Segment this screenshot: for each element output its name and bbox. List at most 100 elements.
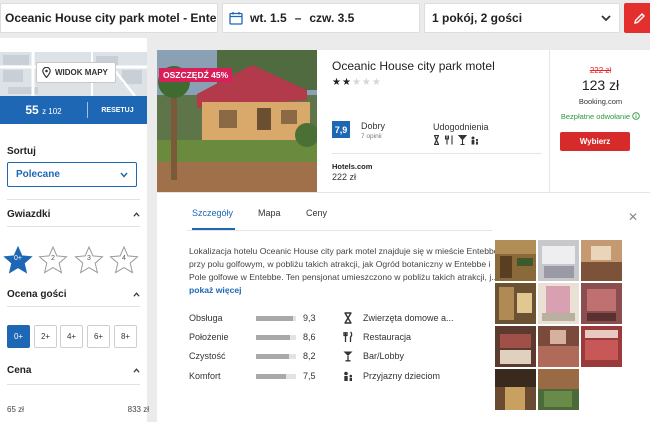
price-min: 65 zł xyxy=(7,405,24,414)
divider xyxy=(7,384,140,385)
rating-option[interactable]: 8+ xyxy=(114,325,137,348)
star-filter-label: 0+ xyxy=(14,255,22,262)
cutlery-icon xyxy=(444,135,453,145)
rating-option[interactable]: 0+ xyxy=(7,325,30,348)
review-count: 7 opinii xyxy=(361,133,382,140)
facility-label: Zwierzęta domowe a... xyxy=(363,313,454,323)
discount-badge: OSZCZĘDŹ 45% xyxy=(159,68,233,82)
gallery-thumbnail[interactable] xyxy=(495,240,536,281)
divider xyxy=(332,153,542,154)
gallery-thumbnail[interactable] xyxy=(581,326,622,367)
stars-label: Gwiazdki xyxy=(7,209,51,220)
pencil-icon xyxy=(633,12,645,24)
gallery-thumbnail[interactable] xyxy=(495,369,536,410)
hotel-photo[interactable]: OSZCZĘDŹ 45% xyxy=(157,50,317,192)
hotel-name[interactable]: Oceanic House city park motel xyxy=(332,59,495,73)
dates-field[interactable]: wt. 1.5 – czw. 3.5 xyxy=(222,3,420,33)
detail-tabs: Szczegóły Mapa Ceny xyxy=(192,208,492,230)
photo-gallery xyxy=(495,240,623,412)
result-total: z 102 xyxy=(42,107,62,116)
guests-dropdown[interactable]: 1 pokój, 2 gości xyxy=(424,3,620,33)
metric-bar-fill xyxy=(256,335,291,340)
provider-name[interactable]: Hotels.com xyxy=(332,162,372,171)
metric-row: Czystość 8,2 xyxy=(189,350,329,364)
show-more-link[interactable]: pokaż więcej xyxy=(189,285,242,295)
date-from: wt. 1.5 xyxy=(250,11,287,25)
sort-heading: Sortuj xyxy=(7,146,140,157)
star-filter-label: 3 xyxy=(87,255,91,262)
old-price: 222 zł xyxy=(589,66,612,75)
star-filter-4[interactable]: 4 xyxy=(109,245,139,275)
divider xyxy=(7,199,140,200)
choose-button[interactable]: Wybierz xyxy=(560,132,630,151)
metric-row: Położenie 8,6 xyxy=(189,331,329,345)
info-icon[interactable] xyxy=(632,112,640,120)
tab-prices[interactable]: Ceny xyxy=(306,208,327,218)
metric-value: 8,2 xyxy=(303,351,316,361)
date-separator: – xyxy=(294,11,302,25)
results-bar: 55 z 102 RESETUJ xyxy=(0,96,147,124)
metric-value: 7,5 xyxy=(303,371,316,381)
map-view-button[interactable]: WIDOK MAPY xyxy=(36,62,116,83)
star-filled-icon: ★ xyxy=(341,77,352,88)
calendar-icon xyxy=(229,12,243,25)
price-range: 65 zł 833 zł xyxy=(7,405,149,414)
tab-map[interactable]: Mapa xyxy=(258,208,281,218)
map-preview[interactable]: WIDOK MAPY xyxy=(0,52,147,96)
reset-button[interactable]: RESETUJ xyxy=(88,107,147,114)
review-score: 7,9 xyxy=(332,121,350,138)
provider-price: 222 zł xyxy=(332,172,357,182)
gallery-thumbnail[interactable] xyxy=(495,326,536,367)
facility-label: Przyjazny dzieciom xyxy=(363,371,441,381)
divider xyxy=(157,192,650,193)
hourglass-icon xyxy=(433,135,440,145)
stars-heading[interactable]: Gwiazdki xyxy=(7,209,140,220)
gallery-thumbnail[interactable] xyxy=(538,240,579,281)
free-cancellation-text: Bezpłatne odwołanie xyxy=(560,112,631,121)
review-summary: Dobry 7 opinii xyxy=(361,121,385,140)
star-filter-3[interactable]: 3 xyxy=(74,245,104,275)
rating-heading[interactable]: Ocena gości xyxy=(7,289,140,300)
star-empty-icon: ★ xyxy=(361,77,372,88)
gallery-thumbnail[interactable] xyxy=(581,240,622,281)
star-filter-2[interactable]: 2 xyxy=(38,245,68,275)
rating-option[interactable]: 4+ xyxy=(60,325,83,348)
metric-label: Czystość xyxy=(189,351,226,361)
rating-filter: 0+ 2+ 4+ 6+ 8+ xyxy=(7,325,140,349)
star-filter-0[interactable]: 0+ xyxy=(3,245,33,275)
tab-details[interactable]: Szczegóły xyxy=(192,208,233,218)
gallery-thumbnail[interactable] xyxy=(495,283,536,324)
facility-item: Przyjazny dzieciom xyxy=(342,370,492,384)
edit-search-button[interactable] xyxy=(624,3,650,33)
sort-dropdown[interactable]: Polecane xyxy=(7,162,137,187)
metric-bar xyxy=(256,354,296,359)
gallery-thumbnail[interactable] xyxy=(538,283,579,324)
hotel-info: Oceanic House city park motel ★★★★★ 7,9 … xyxy=(317,50,547,192)
result-count: 55 z 102 xyxy=(0,103,87,117)
search-bar: Oceanic House city park motel - Entebb w… xyxy=(0,0,650,38)
rating-option[interactable]: 6+ xyxy=(87,325,110,348)
metric-bar xyxy=(256,316,296,321)
facility-item: Restauracja xyxy=(342,331,492,345)
close-icon[interactable]: ✕ xyxy=(628,210,638,224)
result-count-number: 55 xyxy=(25,103,39,117)
divider xyxy=(7,306,140,307)
gallery-thumbnail[interactable] xyxy=(538,326,579,367)
hotel-card: OSZCZĘDŹ 45% Oceanic House city park mot… xyxy=(157,50,650,422)
destination-input[interactable]: Oceanic House city park motel - Entebb xyxy=(0,3,218,33)
price-heading[interactable]: Cena xyxy=(7,365,140,376)
results-divider xyxy=(87,102,88,118)
family-icon xyxy=(344,371,353,381)
facility-label: Bar/Lobby xyxy=(363,351,405,361)
best-deal: 222 zł 123 zł Booking.com Bezpłatne odwo… xyxy=(549,50,650,192)
gallery-thumbnail[interactable] xyxy=(538,369,579,410)
review-label: Dobry xyxy=(361,121,386,131)
facility-label: Restauracja xyxy=(363,332,412,342)
gallery-thumbnail[interactable] xyxy=(581,283,622,324)
cutlery-icon xyxy=(343,331,353,342)
star-filled-icon: ★ xyxy=(332,77,342,88)
chevron-down-icon xyxy=(120,172,128,178)
star-filter: 0+ 2 3 4 xyxy=(3,245,143,275)
rating-option[interactable]: 2+ xyxy=(34,325,57,348)
metric-bar xyxy=(256,335,296,340)
